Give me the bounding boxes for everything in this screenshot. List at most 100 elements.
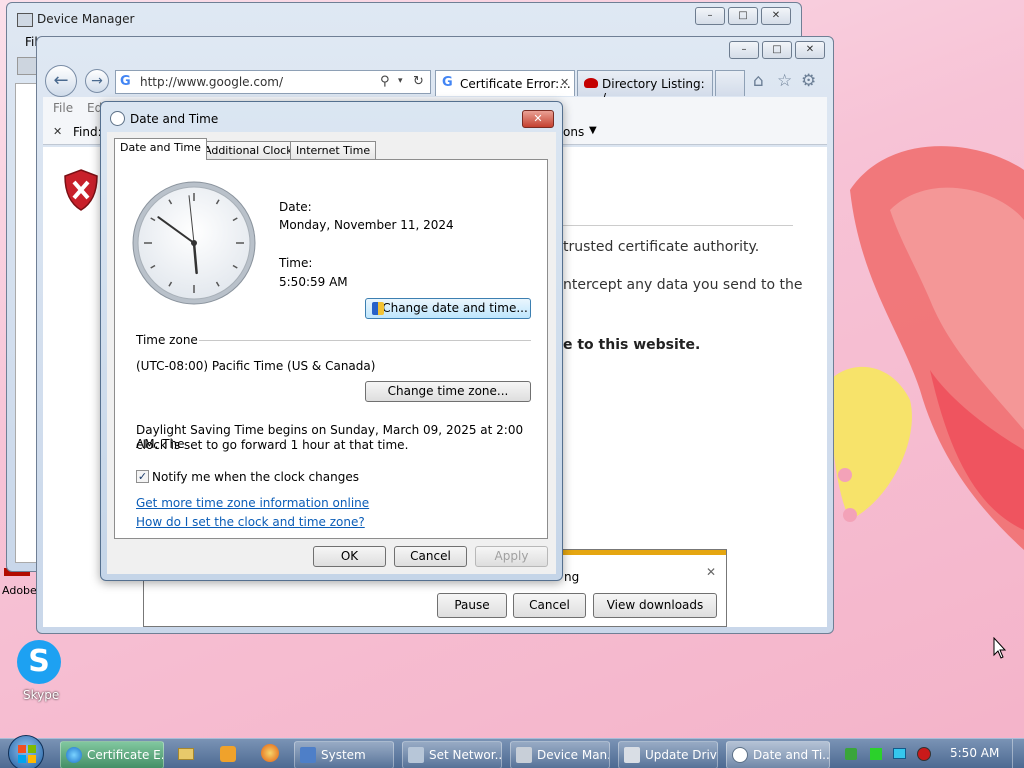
taskbar-date-time[interactable]: Date and Ti... bbox=[726, 741, 830, 768]
ie-close-button[interactable]: ✕ bbox=[795, 41, 825, 59]
page-text-3[interactable]: e to this website. bbox=[563, 337, 700, 353]
taskbar-label: Update Driv... bbox=[645, 748, 717, 762]
ie-maximize-button[interactable]: □ bbox=[762, 41, 792, 59]
start-button[interactable] bbox=[8, 735, 44, 768]
tab-label: Certificate Error:... bbox=[460, 77, 571, 91]
system-icon bbox=[300, 747, 316, 763]
cancel-button[interactable]: Cancel bbox=[394, 546, 467, 567]
ie-minimize-button[interactable]: – bbox=[729, 41, 759, 59]
content-divider bbox=[559, 225, 793, 226]
address-bar[interactable]: G http://www.google.com/ ⚲ ▾ ↻ bbox=[115, 70, 431, 94]
download-text: ng bbox=[564, 570, 580, 584]
date-time-dialog: Date and Time ✕ Date and Time Additional… bbox=[100, 101, 563, 581]
clock-icon bbox=[732, 747, 748, 763]
time-zone-info-link[interactable]: Get more time zone information online bbox=[136, 496, 369, 510]
page-text-2: ntercept any data you send to the bbox=[563, 277, 803, 293]
windows-logo-icon bbox=[18, 745, 36, 763]
time-zone-header: Time zone bbox=[136, 333, 198, 347]
date-value: Monday, November 11, 2024 bbox=[279, 218, 454, 232]
find-options[interactable]: ons bbox=[563, 125, 584, 139]
wallpaper-art bbox=[830, 146, 1024, 550]
tab-additional-clocks[interactable]: Additional Clocks bbox=[198, 141, 305, 159]
dropdown-icon[interactable]: ▾ bbox=[398, 76, 403, 86]
search-icon[interactable]: ⚲ bbox=[380, 74, 390, 89]
show-desktop-button[interactable] bbox=[1012, 739, 1024, 768]
tray-green-icon[interactable] bbox=[870, 748, 882, 760]
time-zone-divider bbox=[199, 340, 531, 341]
dst-text-line2: clock is set to go forward 1 hour at tha… bbox=[136, 438, 409, 452]
tab-directory-listing[interactable]: Directory Listing: /... bbox=[577, 70, 713, 105]
tray-security-icon[interactable] bbox=[845, 748, 857, 760]
desktop-icon-adobe[interactable]: Adobe bbox=[0, 568, 40, 604]
dialog-body: Date and Time Additional Clocks Internet… bbox=[107, 132, 556, 574]
dialog-clock-icon bbox=[110, 111, 125, 126]
taskbar-label: Device Man... bbox=[537, 748, 609, 762]
refresh-icon[interactable]: ↻ bbox=[413, 74, 424, 89]
taskbar-label: System bbox=[321, 748, 366, 762]
page-text-1: trusted certificate authority. bbox=[563, 239, 760, 255]
download-close-icon[interactable]: ✕ bbox=[706, 565, 716, 579]
forward-button[interactable]: → bbox=[85, 69, 109, 93]
taskbar-device-manager[interactable]: Device Man... bbox=[510, 741, 610, 768]
tools-gear-icon[interactable]: ⚙ bbox=[801, 71, 816, 91]
pinned-media-player[interactable] bbox=[218, 745, 238, 762]
taskbar-ie[interactable]: Certificate E... bbox=[60, 741, 164, 768]
pinned-explorer[interactable] bbox=[176, 745, 196, 762]
taskbar-update-driver[interactable]: Update Driv... bbox=[618, 741, 718, 768]
time-zone-value: (UTC-08:00) Pacific Time (US & Canada) bbox=[136, 359, 376, 373]
notify-checkbox[interactable]: ✓ bbox=[136, 470, 149, 483]
update-driver-icon bbox=[624, 747, 640, 763]
apply-button[interactable]: Apply bbox=[475, 546, 548, 567]
maximize-button[interactable]: □ bbox=[728, 7, 758, 25]
address-text: http://www.google.com/ bbox=[140, 75, 284, 89]
change-time-zone-button[interactable]: Change time zone... bbox=[365, 381, 531, 402]
pinned-firefox[interactable] bbox=[260, 743, 280, 763]
google-favicon: G bbox=[120, 74, 131, 89]
home-icon[interactable]: ⌂ bbox=[753, 71, 764, 91]
date-label: Date: bbox=[279, 200, 312, 214]
folder-icon bbox=[178, 748, 194, 760]
tab-date-and-time[interactable]: Date and Time bbox=[114, 138, 207, 160]
taskbar-set-network[interactable]: Set Networ... bbox=[402, 741, 502, 768]
find-options-dropdown-icon[interactable]: ▼ bbox=[589, 125, 597, 136]
tab-close-icon[interactable]: ✕ bbox=[560, 76, 569, 89]
uac-shield-icon bbox=[372, 302, 384, 315]
device-manager-back-icon[interactable] bbox=[17, 57, 37, 75]
pause-button[interactable]: Pause bbox=[437, 593, 507, 618]
device-manager-title: Device Manager bbox=[37, 12, 135, 26]
security-shield-icon bbox=[63, 169, 99, 211]
view-downloads-button[interactable]: View downloads bbox=[593, 593, 717, 618]
download-progress-strip bbox=[562, 550, 726, 555]
tray-volume-icon[interactable] bbox=[917, 747, 931, 761]
change-date-time-button[interactable]: Change date and time... bbox=[365, 298, 531, 319]
taskbar-label: Date and Ti... bbox=[753, 748, 830, 762]
tab-certificate-error[interactable]: G Certificate Error:... ✕ bbox=[435, 70, 575, 96]
skype-icon: S bbox=[17, 640, 61, 684]
menu-file[interactable]: File bbox=[53, 101, 73, 115]
mouse-cursor bbox=[993, 637, 1007, 659]
find-label: Find: bbox=[73, 125, 102, 139]
how-to-set-clock-link[interactable]: How do I set the clock and time zone? bbox=[136, 515, 365, 529]
desktop-icon-skype[interactable]: S Skype bbox=[10, 638, 70, 708]
cancel-download-button[interactable]: Cancel bbox=[513, 593, 586, 618]
tab-panel: Date: Monday, November 11, 2024 Time: 5:… bbox=[114, 159, 548, 539]
taskbar-system[interactable]: System bbox=[294, 741, 394, 768]
network-icon bbox=[408, 747, 424, 763]
back-button[interactable]: ← bbox=[45, 65, 77, 97]
close-button[interactable]: ✕ bbox=[761, 7, 791, 25]
dialog-close-button[interactable]: ✕ bbox=[522, 110, 554, 128]
minimize-button[interactable]: – bbox=[695, 7, 725, 25]
redhat-favicon bbox=[584, 78, 598, 88]
dialog-title: Date and Time bbox=[130, 112, 219, 126]
device-manager-icon bbox=[516, 747, 532, 763]
time-label: Time: bbox=[279, 256, 313, 270]
find-close-icon[interactable]: ✕ bbox=[53, 125, 62, 138]
tab-internet-time[interactable]: Internet Time bbox=[290, 141, 377, 159]
tray-clock[interactable]: 5:50 AM bbox=[950, 746, 999, 760]
notify-label[interactable]: Notify me when the clock changes bbox=[152, 470, 359, 484]
ok-button[interactable]: OK bbox=[313, 546, 386, 567]
favorites-icon[interactable]: ☆ bbox=[777, 71, 792, 91]
tray-display-icon[interactable] bbox=[893, 748, 906, 759]
google-favicon: G bbox=[442, 75, 453, 90]
new-tab-button[interactable] bbox=[715, 70, 745, 96]
